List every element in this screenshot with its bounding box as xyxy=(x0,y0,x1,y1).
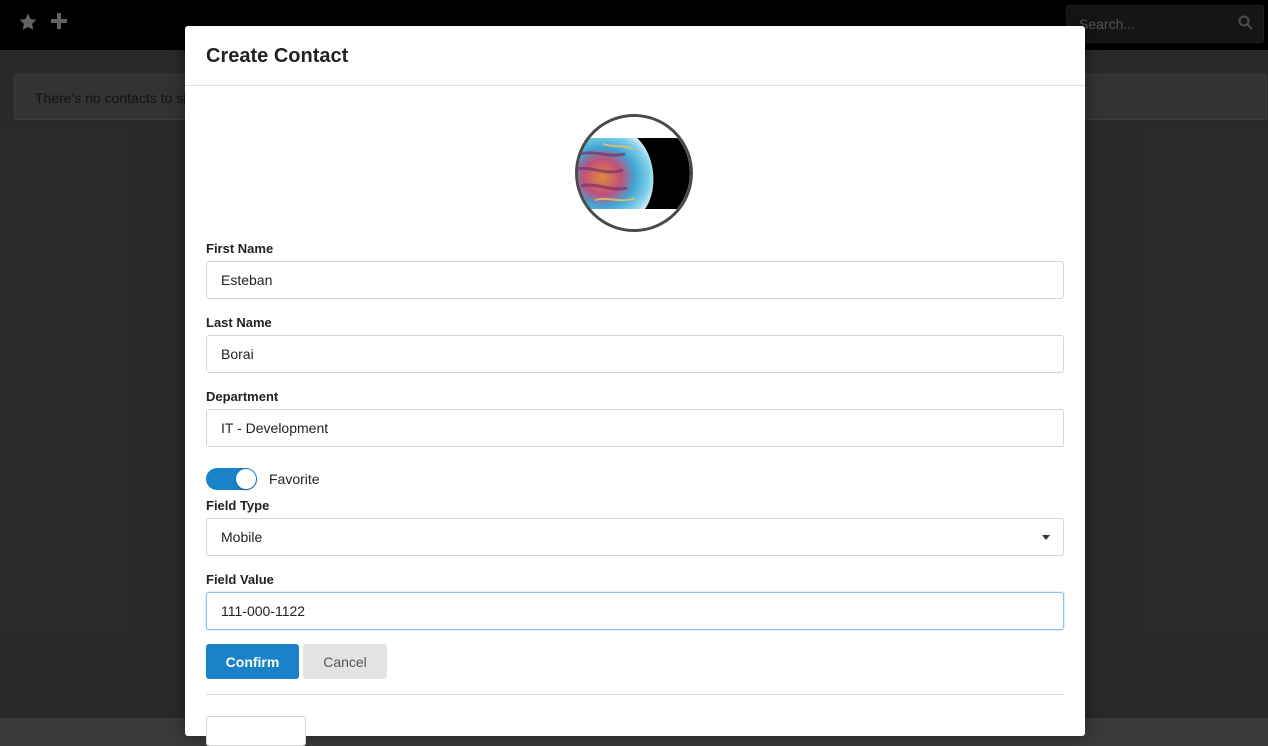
divider xyxy=(206,694,1064,695)
last-name-input[interactable] xyxy=(206,335,1064,373)
favorite-toggle[interactable] xyxy=(206,468,257,490)
field-type-select[interactable]: Mobile xyxy=(206,518,1064,556)
create-contact-modal: Create Contact First Name Esteban Last N… xyxy=(185,26,1085,746)
field-type-value: Mobile xyxy=(221,529,263,545)
last-name-label: Last Name xyxy=(206,315,272,330)
cancel-button[interactable]: Cancel xyxy=(303,644,387,679)
chevron-down-icon xyxy=(1042,535,1050,540)
department-label: Department xyxy=(206,389,279,404)
field-value-input[interactable] xyxy=(206,592,1064,630)
modal-title: Create Contact xyxy=(206,45,349,67)
field-value-label: Field Value xyxy=(206,572,274,587)
field-type-label: Field Type xyxy=(206,498,270,513)
confirm-button[interactable]: Confirm xyxy=(206,644,299,679)
avatar-image[interactable] xyxy=(575,114,693,232)
favorite-label: Favorite xyxy=(269,471,320,487)
toggle-knob xyxy=(236,469,256,489)
secondary-action-button[interactable] xyxy=(206,716,306,746)
first-name-input[interactable] xyxy=(206,261,1064,299)
first-name-label: First Name xyxy=(206,241,274,256)
department-input[interactable] xyxy=(206,409,1064,447)
modal-header: Create Contact xyxy=(185,26,1085,86)
